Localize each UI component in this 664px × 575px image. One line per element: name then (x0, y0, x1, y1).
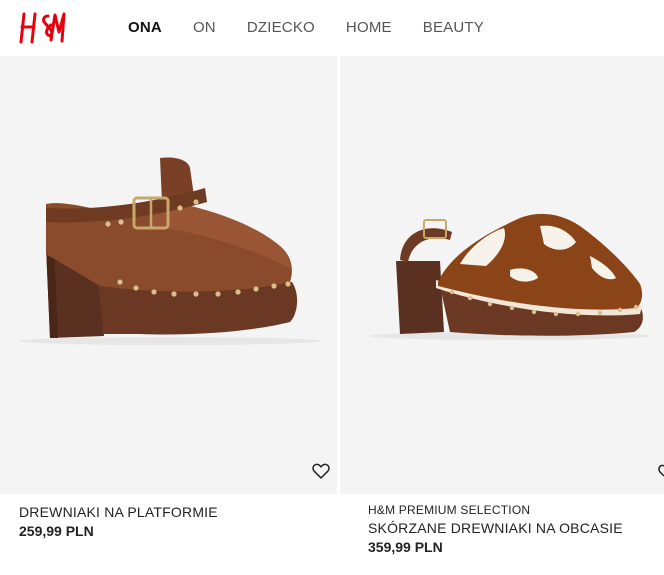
hm-logo[interactable] (18, 10, 68, 46)
nav-item-home[interactable]: HOME (346, 19, 392, 36)
nav-item-dziecko[interactable]: DZIECKO (247, 19, 315, 36)
product-info-1[interactable]: DREWNIAKI NA PLATFORMIE 259,99 PLN (19, 504, 218, 539)
site-header: ONA ON DZIECKO HOME BEAUTY (0, 0, 664, 56)
cowhide-clog-illustration (370, 213, 650, 340)
product-title[interactable]: SKÓRZANE DREWNIAKI NA OBCASIE (368, 520, 623, 536)
platform-clog-illustration (20, 157, 320, 345)
nav-item-on[interactable]: ON (193, 19, 216, 36)
nav-item-ona[interactable]: ONA (128, 19, 162, 36)
product-price: 259,99 PLN (19, 523, 94, 539)
product-price: 359,99 PLN (368, 539, 443, 555)
main-nav: ONA ON DZIECKO HOME BEAUTY (128, 19, 484, 36)
heart-outline-icon-partial[interactable] (658, 463, 664, 477)
product-image-cowhide-clog[interactable] (340, 56, 664, 494)
product-image-platform-clog[interactable] (0, 56, 337, 494)
product-info-2[interactable]: H&M PREMIUM SELECTION SKÓRZANE DREWNIAKI… (368, 503, 623, 555)
product-brand-line: H&M PREMIUM SELECTION (368, 503, 531, 517)
product-title[interactable]: DREWNIAKI NA PLATFORMIE (19, 504, 218, 520)
nav-item-beauty[interactable]: BEAUTY (423, 19, 484, 36)
heart-outline-icon[interactable] (312, 463, 330, 479)
